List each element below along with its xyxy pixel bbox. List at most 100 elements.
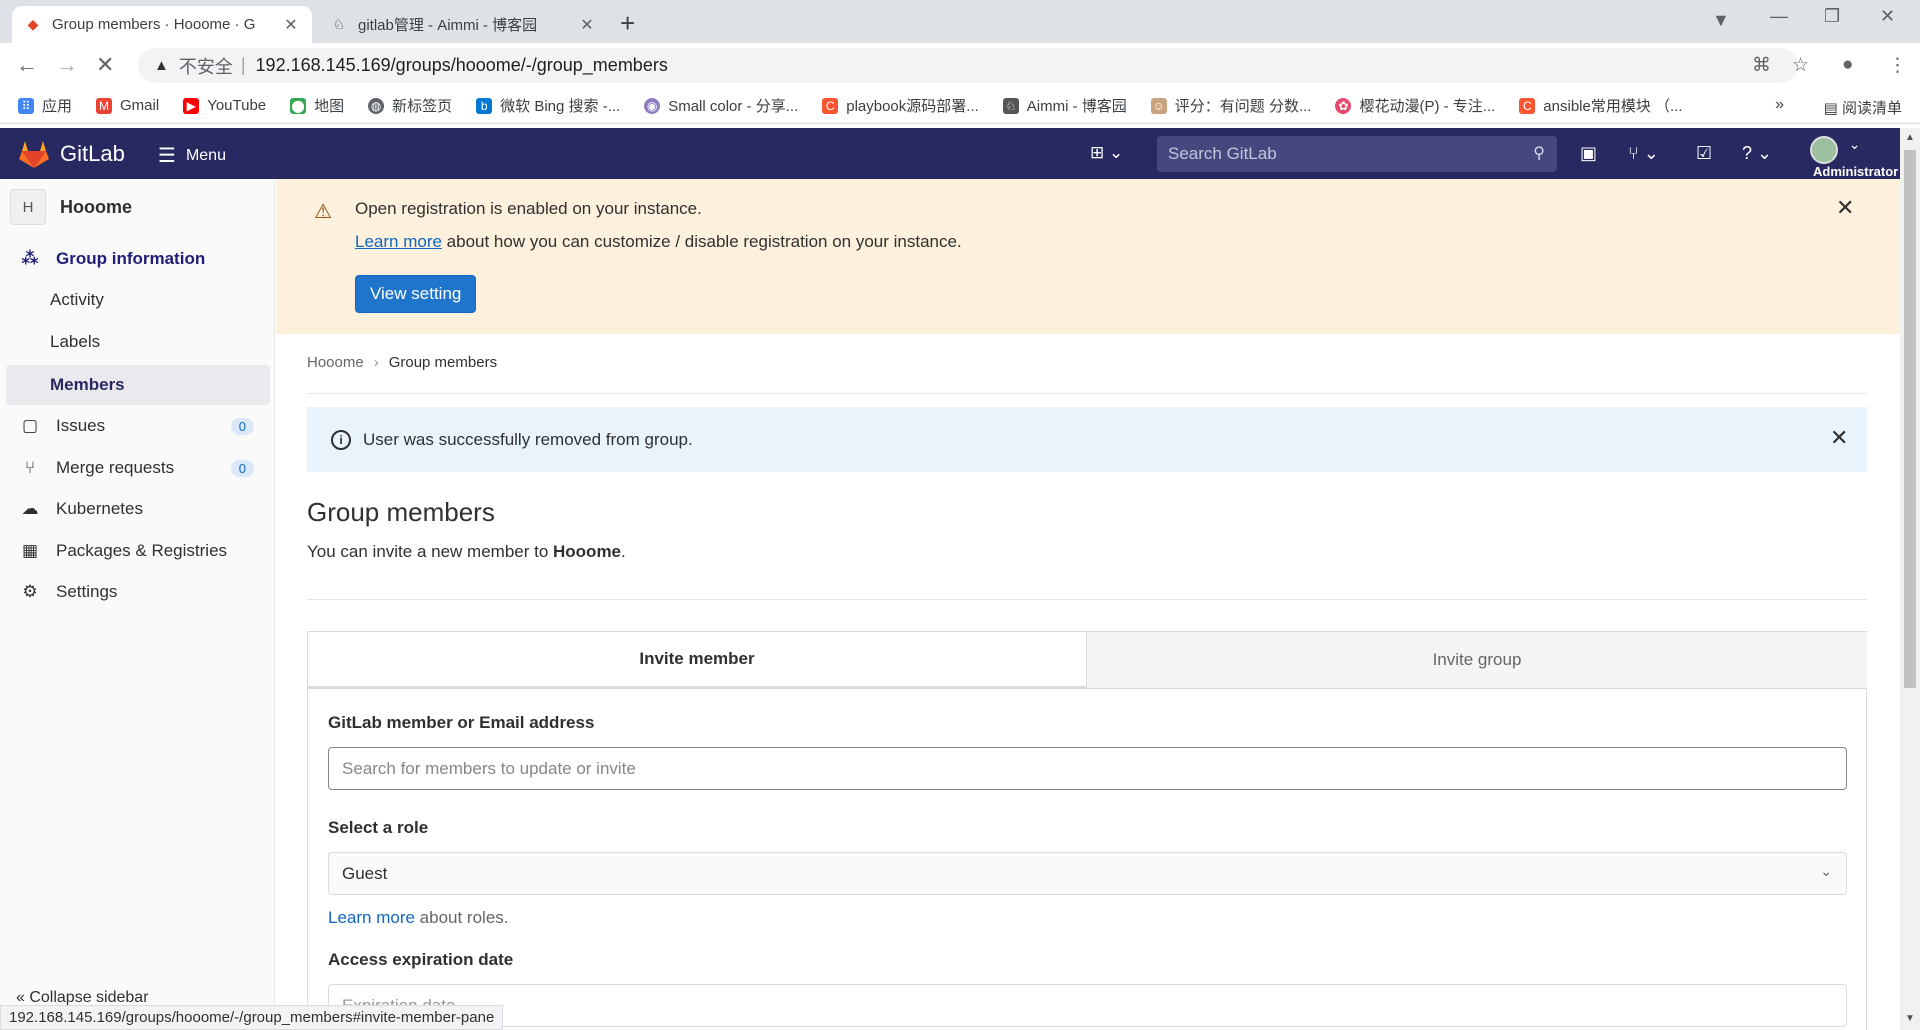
tab-title: gitlab管理 - Aimmi - 博客园 bbox=[358, 17, 538, 34]
member-search-input[interactable]: Search for members to update or invite bbox=[328, 747, 1847, 790]
close-icon[interactable]: ✕ bbox=[1830, 425, 1848, 451]
sidebar-group-header[interactable]: H Hooome bbox=[10, 189, 132, 225]
bookmark-gmail[interactable]: M Gmail bbox=[96, 97, 159, 114]
window-close-icon[interactable]: ✕ bbox=[1880, 6, 1895, 27]
search-input[interactable]: Search GitLab ⚲ bbox=[1157, 136, 1557, 172]
warning-triangle-icon: ⚠ bbox=[314, 201, 332, 223]
csdn-icon: C bbox=[1519, 97, 1536, 114]
sidebar-item-merge-requests[interactable]: ⑂ Merge requests 0 bbox=[6, 449, 270, 487]
bookmark-bing[interactable]: b 微软 Bing 搜索 -... bbox=[476, 95, 620, 116]
todos-icon[interactable]: ☑ bbox=[1696, 143, 1712, 164]
maps-icon: ⬤ bbox=[290, 97, 307, 114]
sidebar-item-kubernetes[interactable]: ☁ Kubernetes bbox=[6, 490, 270, 528]
bookmark-maps[interactable]: ⬤ 地图 bbox=[290, 95, 344, 116]
translate-icon[interactable]: ⌘ bbox=[1752, 54, 1771, 77]
help-icon[interactable]: ? ⌄ bbox=[1742, 143, 1772, 164]
bookmark-new-tab[interactable]: ◍ 新标签页 bbox=[368, 95, 452, 116]
bookmark-sakura[interactable]: ✿ 樱花动漫(P) - 专注... bbox=[1335, 95, 1495, 116]
close-tab-icon[interactable]: ✕ bbox=[578, 15, 596, 35]
scroll-up-arrow-icon[interactable]: ▲ bbox=[1905, 132, 1915, 143]
address-url: 192.168.145.169/groups/hooome/-/group_me… bbox=[255, 55, 668, 75]
new-tab-plus-icon[interactable]: + bbox=[620, 8, 635, 39]
group-info-icon: ⁂ bbox=[21, 249, 39, 268]
info-alert-text: User was successfully removed from group… bbox=[363, 429, 693, 449]
chevron-down-icon: ⌄ bbox=[1820, 863, 1832, 879]
bookmark-star-icon[interactable]: ☆ bbox=[1792, 54, 1809, 77]
divider bbox=[307, 599, 1867, 600]
restore-icon[interactable]: ❐ bbox=[1824, 6, 1840, 27]
registration-alert-title: Open registration is enabled on your ins… bbox=[355, 199, 702, 218]
site-icon: ◉ bbox=[644, 97, 661, 114]
sidebar-item-group-information[interactable]: ⁂ Group information bbox=[6, 240, 270, 278]
bookmark-rating[interactable]: ☺ 评分：有问题 分数... bbox=[1150, 95, 1311, 116]
breadcrumb: Hooome › Group members bbox=[307, 354, 497, 371]
bookmark-small-color[interactable]: ◉ Small color - 分享... bbox=[644, 95, 798, 116]
member-field-label: GitLab member or Email address bbox=[328, 713, 595, 732]
gitlab-top-navbar: GitLab ☰ Menu ⊞ ⌄ Search GitLab ⚲ ▣ ⑂ ⌄ … bbox=[0, 128, 1900, 179]
new-dropdown-plus-icon[interactable]: ⊞ ⌄ bbox=[1090, 143, 1123, 163]
bookmark-aimmi[interactable]: ♘ Aimmi - 博客园 bbox=[1002, 95, 1127, 116]
group-name-bold: Hooome bbox=[553, 542, 622, 561]
csdn-icon: C bbox=[822, 97, 839, 114]
insecure-label: 不安全 bbox=[178, 56, 233, 77]
merge-requests-count-badge: 0 bbox=[230, 459, 254, 477]
profile-icon[interactable]: ● bbox=[1842, 54, 1853, 76]
scroll-down-arrow-icon[interactable]: ▼ bbox=[1905, 1013, 1915, 1024]
browser-tab-active[interactable]: ◆ Group members · Hooome · G ✕ bbox=[12, 6, 312, 43]
issues-header-icon[interactable]: ▣ bbox=[1580, 143, 1597, 164]
browser-tab[interactable]: ♘ gitlab管理 - Aimmi - 博客园 ✕ bbox=[318, 6, 608, 43]
learn-more-link[interactable]: Learn more bbox=[355, 232, 442, 251]
learn-more-roles-link[interactable]: Learn more bbox=[328, 908, 415, 927]
expiration-date-input[interactable]: Expiration date bbox=[328, 984, 1847, 1027]
close-tab-icon[interactable]: ✕ bbox=[282, 15, 300, 35]
expiration-field-label: Access expiration date bbox=[328, 950, 514, 969]
sidebar-item-packages-registries[interactable]: ▦ Packages & Registries bbox=[6, 532, 270, 570]
tab-invite-member[interactable]: Invite member bbox=[308, 632, 1086, 689]
user-label: Administrator bbox=[1813, 164, 1899, 179]
sidebar-item-issues[interactable]: ▢ Issues 0 bbox=[6, 407, 270, 445]
sidebar-item-settings[interactable]: ⚙ Settings bbox=[6, 573, 270, 611]
merge-requests-header-icon[interactable]: ⑂ ⌄ bbox=[1628, 143, 1659, 164]
role-select[interactable]: Guest ⌄ bbox=[328, 852, 1847, 895]
view-setting-button[interactable]: View setting bbox=[355, 275, 477, 313]
bookmark-ansible[interactable]: Cansible常用模块 （... bbox=[1519, 95, 1683, 116]
gitlab-logo-link[interactable]: GitLab bbox=[18, 139, 125, 169]
bookmark-playbook[interactable]: Cplaybook源码部署... bbox=[822, 95, 979, 116]
breadcrumb-chevron-icon: › bbox=[373, 354, 379, 371]
avatar-icon: ☺ bbox=[1150, 97, 1167, 114]
address-separator: | bbox=[240, 55, 246, 75]
close-icon[interactable]: ✕ bbox=[1836, 195, 1854, 221]
gitlab-fox-icon bbox=[19, 141, 49, 168]
minimize-icon[interactable]: — bbox=[1770, 6, 1788, 27]
bookmarks-more-icon[interactable]: » bbox=[1775, 96, 1784, 114]
youtube-icon: ▶ bbox=[183, 97, 200, 114]
forward-arrow-icon[interactable]: → bbox=[56, 52, 78, 78]
registration-warning-alert: ⚠ Open registration is enabled on your i… bbox=[276, 179, 1900, 334]
scrollbar-thumb[interactable] bbox=[1904, 150, 1916, 688]
menu-button[interactable]: ☰ Menu bbox=[158, 143, 226, 168]
profile-dropdown-icon[interactable]: ▼ bbox=[1712, 10, 1730, 31]
sidebar-item-labels[interactable]: Labels bbox=[6, 323, 270, 361]
page-scrollbar[interactable]: ▲ ▼ bbox=[1900, 128, 1920, 1030]
stop-loading-icon[interactable]: ✕ bbox=[96, 52, 114, 78]
group-avatar: H bbox=[10, 189, 46, 225]
brand-name: GitLab bbox=[60, 141, 125, 166]
chevron-down-icon: ⌄ bbox=[1848, 136, 1861, 152]
browser-menu-icon[interactable]: ⋮ bbox=[1888, 54, 1907, 77]
browser-tab-strip: ◆ Group members · Hooome · G ✕ ♘ gitlab管… bbox=[0, 0, 1920, 43]
sidebar-item-activity[interactable]: Activity bbox=[6, 281, 270, 319]
gmail-icon: M bbox=[96, 97, 113, 114]
registration-alert-description: Learn more about how you can customize /… bbox=[355, 232, 962, 251]
sidebar-item-members[interactable]: Members bbox=[6, 365, 270, 405]
bookmark-youtube[interactable]: ▶ YouTube bbox=[183, 97, 266, 114]
role-help-text: Learn more about roles. bbox=[328, 908, 509, 927]
address-bar[interactable]: ▲ 不安全 | 192.168.145.169/groups/hooome/-/… bbox=[138, 48, 1798, 83]
reading-list[interactable]: ▤ 阅读清单 bbox=[1824, 97, 1902, 118]
tab-invite-group[interactable]: Invite group bbox=[1086, 632, 1867, 689]
back-arrow-icon[interactable]: ← bbox=[16, 52, 38, 78]
breadcrumb-current[interactable]: Group members bbox=[389, 354, 497, 371]
bookmark-apps[interactable]: ⠿ 应用 bbox=[18, 95, 72, 116]
search-icon: ⚲ bbox=[1533, 145, 1545, 162]
breadcrumb-link-hooome[interactable]: Hooome bbox=[307, 354, 364, 371]
main-content: ⚠ Open registration is enabled on your i… bbox=[276, 179, 1900, 1030]
